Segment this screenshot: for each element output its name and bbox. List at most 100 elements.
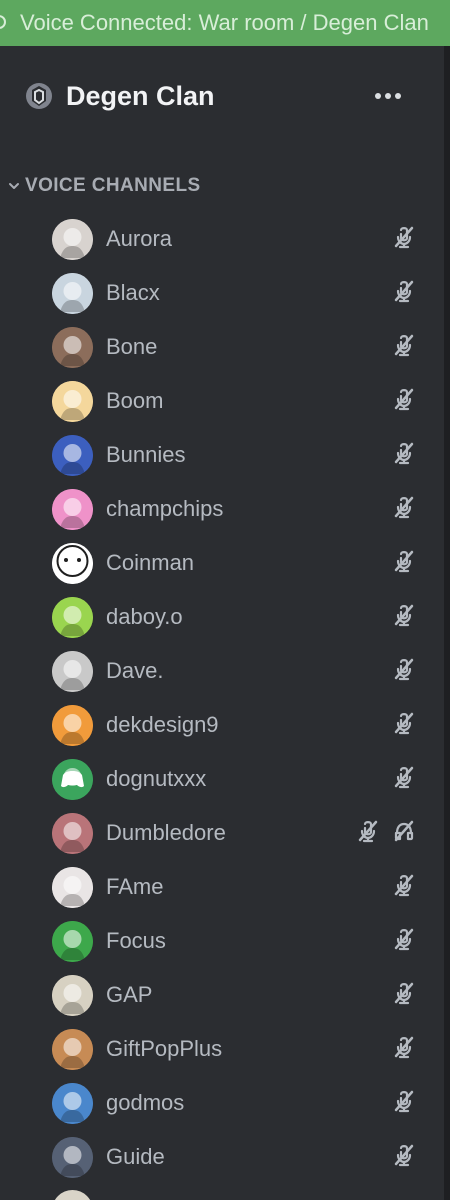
- partial-next-member-avatar: [52, 1190, 93, 1200]
- member-name: Aurora: [106, 226, 173, 251]
- avatar: [52, 380, 93, 422]
- avatar: [52, 1028, 93, 1070]
- member-name: dognutxxx: [106, 766, 207, 791]
- member-status-icons: [392, 765, 416, 789]
- avatar: [52, 272, 93, 314]
- avatar: [52, 434, 93, 476]
- server-name: Degen Clan: [66, 80, 215, 111]
- muted-microphone-icon: [392, 657, 416, 681]
- member-status-icons: [392, 1089, 416, 1113]
- more-horizontal-icon[interactable]: [370, 84, 406, 108]
- member-status-icons: [392, 603, 416, 627]
- avatar: [52, 920, 93, 962]
- member-name: Boom: [106, 388, 164, 413]
- voice-member-row[interactable]: GAP: [0, 968, 444, 1022]
- voice-member-row[interactable]: GiftPopPlus: [0, 1022, 444, 1076]
- muted-microphone-icon: [392, 1089, 416, 1113]
- member-status-icons: [392, 657, 416, 681]
- avatar: [52, 488, 93, 530]
- member-name: Focus: [106, 928, 166, 953]
- discord-voice-sidebar: Voice Connected: War room / Degen Clan D…: [0, 0, 450, 1200]
- avatar: [52, 704, 93, 746]
- muted-microphone-icon: [356, 819, 380, 843]
- member-name: Coinman: [106, 550, 195, 575]
- voice-channels-category[interactable]: VOICE CHANNELS: [0, 168, 444, 204]
- server-header[interactable]: Degen Clan: [0, 46, 444, 146]
- voice-member-row[interactable]: godmos: [0, 1076, 444, 1130]
- member-name: Bunnies: [106, 442, 186, 467]
- member-status-icons: [392, 927, 416, 951]
- voice-member-row[interactable]: Bone: [0, 320, 444, 374]
- avatar: [52, 650, 93, 692]
- member-status-icons: [392, 1035, 416, 1059]
- muted-microphone-icon: [392, 333, 416, 357]
- voice-member-row[interactable]: Dave.: [0, 644, 444, 698]
- member-status-icons: [392, 279, 416, 303]
- member-name: GAP: [106, 982, 153, 1007]
- muted-microphone-icon: [392, 765, 416, 789]
- voice-member-row[interactable]: Aurora: [0, 212, 444, 266]
- voice-connected-banner[interactable]: Voice Connected: War room / Degen Clan: [0, 0, 450, 46]
- server-shield-icon: [24, 81, 54, 111]
- chevron-down-icon: [7, 179, 21, 193]
- muted-microphone-icon: [392, 279, 416, 303]
- voice-member-row[interactable]: daboy.o: [0, 590, 444, 644]
- member-status-icons: [392, 873, 416, 897]
- voice-member-row[interactable]: FAme: [0, 860, 444, 914]
- member-name: dekdesign9: [106, 712, 219, 737]
- member-status-icons: [392, 495, 416, 519]
- avatar: [52, 596, 93, 638]
- voice-member-row[interactable]: champchips: [0, 482, 444, 536]
- avatar: [52, 1082, 93, 1124]
- avatar: [52, 974, 93, 1016]
- muted-microphone-icon: [392, 1143, 416, 1167]
- muted-microphone-icon: [392, 873, 416, 897]
- avatar: [52, 542, 93, 584]
- member-status-icons: [392, 333, 416, 357]
- voice-member-row[interactable]: dekdesign9: [0, 698, 444, 752]
- muted-microphone-icon: [392, 1035, 416, 1059]
- deafened-headphones-icon: [392, 819, 416, 843]
- voice-member-row[interactable]: Dumbledore: [0, 806, 444, 860]
- voice-member-row[interactable]: Boom: [0, 374, 444, 428]
- member-name: godmos: [106, 1090, 185, 1115]
- muted-microphone-icon: [392, 711, 416, 735]
- muted-microphone-icon: [392, 387, 416, 411]
- muted-microphone-icon: [392, 225, 416, 249]
- voice-member-row[interactable]: Bunnies: [0, 428, 444, 482]
- muted-microphone-icon: [392, 549, 416, 573]
- voice-banner-text: Voice Connected: War room / Degen Clan: [20, 10, 429, 35]
- member-status-icons: [392, 225, 416, 249]
- member-status-icons: [392, 711, 416, 735]
- voice-channels-label: VOICE CHANNELS: [25, 175, 201, 196]
- muted-microphone-icon: [392, 495, 416, 519]
- muted-microphone-icon: [392, 441, 416, 465]
- voice-connected-icon: [0, 15, 6, 29]
- member-name: Bone: [106, 334, 158, 359]
- member-status-icons: [392, 387, 416, 411]
- member-name: champchips: [106, 496, 224, 521]
- member-status-icons: [392, 981, 416, 1005]
- member-name: GiftPopPlus: [106, 1036, 223, 1061]
- member-name: Dave.: [106, 658, 164, 683]
- member-name: Dumbledore: [106, 820, 226, 845]
- member-name: Blacx: [106, 280, 160, 305]
- member-status-icons: [392, 441, 416, 465]
- avatar: [52, 1136, 93, 1178]
- muted-microphone-icon: [392, 603, 416, 627]
- voice-member-row[interactable]: dognutxxx: [0, 752, 444, 806]
- member-name: daboy.o: [106, 604, 183, 629]
- scrollbar-track[interactable]: [444, 46, 450, 1200]
- voice-member-row[interactable]: Blacx: [0, 266, 444, 320]
- voice-member-row[interactable]: Focus: [0, 914, 444, 968]
- avatar: [52, 866, 93, 908]
- member-status-icons: [356, 819, 416, 843]
- member-name: Guide: [106, 1144, 165, 1169]
- avatar: [52, 326, 93, 368]
- member-name: FAme: [106, 874, 164, 899]
- avatar: [52, 812, 93, 854]
- avatar: [52, 758, 93, 800]
- member-status-icons: [392, 549, 416, 573]
- voice-member-row[interactable]: Guide: [0, 1130, 444, 1184]
- voice-member-row[interactable]: Coinman: [0, 536, 444, 590]
